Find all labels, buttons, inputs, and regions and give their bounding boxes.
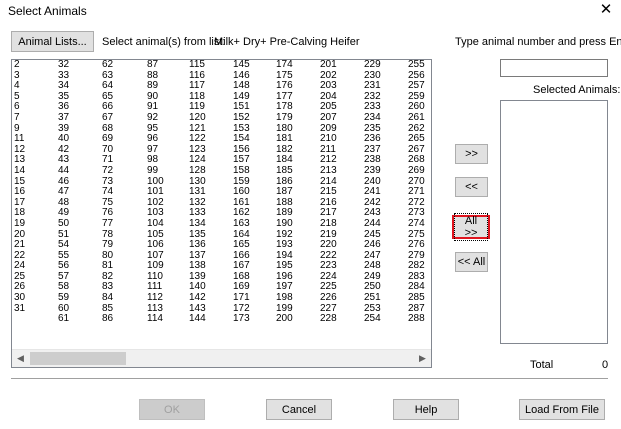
list-column: 62 63 64 65 66 67 68 69 70 71 72 73 74 75 76 77 78 79 80 81… bbox=[102, 60, 113, 325]
list-item[interactable]: 31 bbox=[14, 303, 25, 315]
animal-number-input[interactable] bbox=[500, 59, 608, 77]
add-all-label: All >> bbox=[454, 213, 488, 241]
ok-button[interactable]: OK bbox=[139, 399, 205, 420]
list-item[interactable]: 134 bbox=[189, 218, 206, 230]
total-value: 0 bbox=[602, 359, 609, 371]
list-item[interactable]: 207 bbox=[320, 112, 337, 124]
animal-lists-label: Animal Lists... bbox=[18, 35, 87, 48]
list-column: 32 33 34 35 36 37 39 40 42 43 44 46 47 48 49 50 51 54 55 56… bbox=[58, 60, 69, 325]
list-item[interactable]: 114 bbox=[147, 314, 164, 325]
list-item[interactable]: 72 bbox=[102, 165, 113, 177]
list-item[interactable]: 234 bbox=[364, 112, 381, 124]
scroll-right-icon[interactable]: ▶ bbox=[414, 350, 431, 367]
list-item[interactable]: 274 bbox=[408, 218, 425, 230]
remove-all-button[interactable]: << All bbox=[455, 252, 488, 272]
list-item[interactable]: 86 bbox=[102, 314, 113, 325]
list-column: 255 256 257 259 260 261 262 265 267 268 269 270 271 2… bbox=[408, 60, 425, 325]
list-item[interactable]: 228 bbox=[320, 314, 337, 325]
footer-divider-highlight bbox=[11, 379, 608, 380]
list-column: 229 230 231 232 233 234 235 236 237 238 239 240 241 2… bbox=[364, 60, 381, 325]
list-item[interactable]: 158 bbox=[233, 165, 250, 177]
list-item[interactable]: 239 bbox=[364, 165, 381, 177]
list-item[interactable]: 152 bbox=[233, 112, 250, 124]
list-item[interactable]: 7 bbox=[14, 112, 25, 124]
add-button[interactable]: >> bbox=[455, 144, 488, 164]
list-item[interactable]: 61 bbox=[58, 314, 69, 325]
list-item[interactable]: 190 bbox=[276, 218, 293, 230]
remove-label: << bbox=[465, 181, 478, 193]
list-item[interactable]: 173 bbox=[233, 314, 250, 325]
animal-lists-button[interactable]: Animal Lists... bbox=[11, 31, 94, 52]
list-item[interactable]: 37 bbox=[58, 112, 69, 124]
list-item[interactable]: 201 bbox=[320, 60, 337, 71]
list-item[interactable]: 104 bbox=[147, 218, 164, 230]
close-icon[interactable]: ✕ bbox=[597, 1, 615, 19]
list-item[interactable]: 2 bbox=[14, 60, 25, 71]
scroll-left-icon[interactable]: ◀ bbox=[12, 350, 29, 367]
remove-button[interactable]: << bbox=[455, 177, 488, 197]
list-item[interactable]: 255 bbox=[408, 60, 425, 71]
remove-all-label: << All bbox=[457, 256, 486, 268]
help-label: Help bbox=[414, 403, 438, 416]
list-item[interactable]: 174 bbox=[276, 60, 293, 71]
list-item[interactable]: 229 bbox=[364, 60, 381, 71]
list-item[interactable]: 92 bbox=[147, 112, 164, 124]
list-item[interactable]: 32 bbox=[58, 60, 69, 71]
add-all-button[interactable]: All >> bbox=[452, 213, 490, 241]
list-item[interactable]: 288 bbox=[408, 314, 425, 325]
help-button[interactable]: Help bbox=[393, 399, 459, 420]
list-item[interactable]: 145 bbox=[233, 60, 250, 71]
ok-label: OK bbox=[164, 403, 180, 416]
list-item[interactable]: 254 bbox=[364, 314, 381, 325]
cancel-label: Cancel bbox=[281, 403, 317, 416]
list-item[interactable]: 213 bbox=[320, 165, 337, 177]
load-from-file-label: Load From File bbox=[525, 403, 599, 416]
list-item[interactable]: 120 bbox=[189, 112, 206, 124]
list-item[interactable]: 19 bbox=[14, 218, 25, 230]
animal-list[interactable]: 2 3 4 5 6 7 9 11 12 13 14 15 16 17 18 19 20 21 22 24 25 26 30 3… bbox=[11, 59, 432, 368]
list-item[interactable]: 269 bbox=[408, 165, 425, 177]
selected-animals-list[interactable] bbox=[500, 100, 608, 344]
selected-animals-heading: Selected Animals: bbox=[533, 84, 621, 96]
list-item[interactable]: 218 bbox=[320, 218, 337, 230]
list-item[interactable]: 50 bbox=[58, 218, 69, 230]
list-item[interactable]: 77 bbox=[102, 218, 113, 230]
list-item[interactable]: 185 bbox=[276, 165, 293, 177]
list-item[interactable]: 244 bbox=[364, 218, 381, 230]
list-item[interactable]: 200 bbox=[276, 314, 293, 325]
horizontal-scrollbar[interactable]: ◀ ▶ bbox=[12, 349, 431, 367]
type-prompt-label: Type animal number and press Enter bbox=[455, 36, 621, 48]
list-item[interactable]: 115 bbox=[189, 60, 206, 71]
list-column: 145 146 148 149 151 152 153 154 156 157 158 159 160 1… bbox=[233, 60, 250, 325]
list-item[interactable]: 163 bbox=[233, 218, 250, 230]
list-column: 87 88 89 90 91 92 95 96 97 98 99 100 101 102 103 104 105… bbox=[147, 60, 164, 325]
list-item[interactable]: 14 bbox=[14, 165, 25, 177]
list-item[interactable]: 179 bbox=[276, 112, 293, 124]
list-item[interactable]: 99 bbox=[147, 165, 164, 177]
list-item[interactable]: 67 bbox=[102, 112, 113, 124]
list-item[interactable]: 128 bbox=[189, 165, 206, 177]
list-column: 115 116 117 118 119 120 121 122 123 124 128 130 131 1… bbox=[189, 60, 206, 325]
list-item[interactable]: 87 bbox=[147, 60, 164, 71]
list-column: 201 202 203 204 205 207 209 210 211 212 213 214 215 2… bbox=[320, 60, 337, 325]
cancel-button[interactable]: Cancel bbox=[266, 399, 332, 420]
scroll-thumb[interactable] bbox=[30, 352, 126, 365]
add-label: >> bbox=[465, 148, 478, 160]
load-from-file-button[interactable]: Load From File bbox=[519, 399, 605, 420]
total-label: Total bbox=[530, 359, 554, 371]
list-column: 174 175 176 177 178 179 180 181 182 184 185 186 187 1… bbox=[276, 60, 293, 325]
title-bar bbox=[0, 0, 621, 22]
list-column: 2 3 4 5 6 7 9 11 12 13 14 15 16 17 18 19 20 21 22 24 25 26 30 3… bbox=[14, 60, 25, 314]
list-item[interactable]: 44 bbox=[58, 165, 69, 177]
list-name-label: Milk+ Dry+ Pre-Calving Heifer bbox=[214, 36, 360, 48]
instruction-label: Select animal(s) from list: bbox=[102, 36, 226, 48]
list-item[interactable]: 144 bbox=[189, 314, 206, 325]
list-item[interactable]: 62 bbox=[102, 60, 113, 71]
list-item[interactable]: 261 bbox=[408, 112, 425, 124]
window-title: Select Animals bbox=[8, 4, 87, 18]
